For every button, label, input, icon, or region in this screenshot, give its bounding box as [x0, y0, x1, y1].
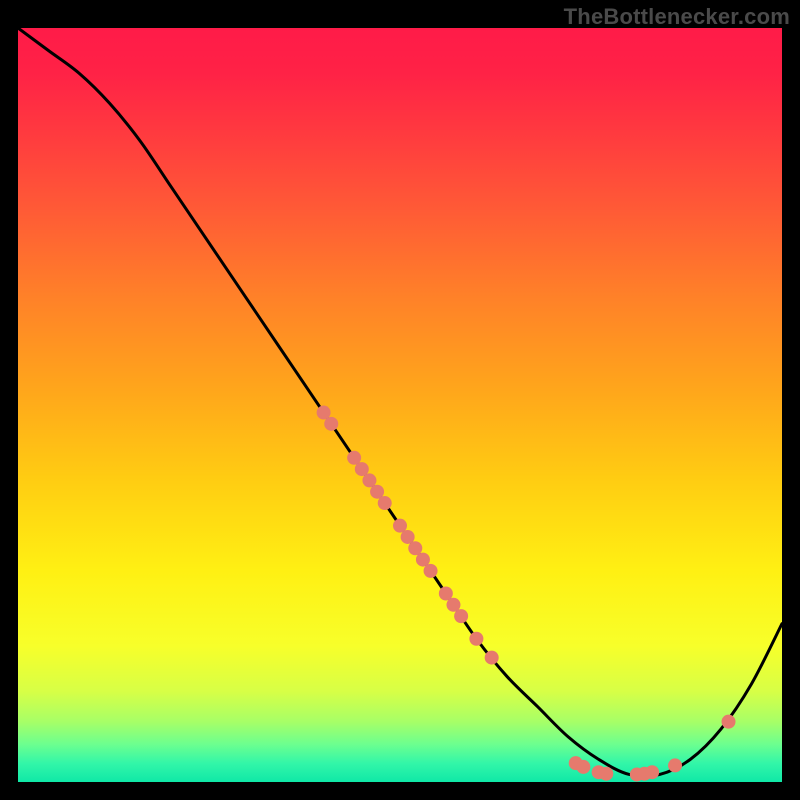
gradient-curve-chart [18, 28, 782, 782]
data-marker [324, 417, 338, 431]
data-marker [645, 765, 659, 779]
data-marker [668, 758, 682, 772]
gradient-background [18, 28, 782, 782]
data-marker [424, 564, 438, 578]
data-marker [485, 651, 499, 665]
data-marker [722, 715, 736, 729]
data-marker [454, 609, 468, 623]
plot-area [18, 28, 782, 782]
watermark-text: TheBottlenecker.com [564, 4, 790, 30]
data-marker [599, 767, 613, 781]
chart-stage: TheBottlenecker.com [0, 0, 800, 800]
data-marker [378, 496, 392, 510]
data-marker [469, 632, 483, 646]
data-marker [576, 760, 590, 774]
